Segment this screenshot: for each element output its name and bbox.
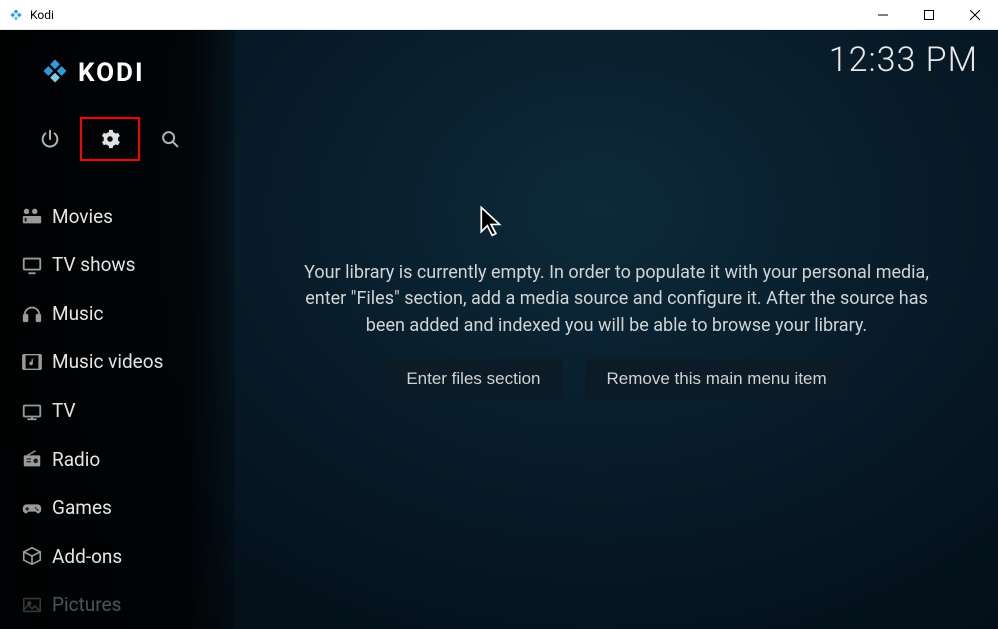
window-minimize-button[interactable] — [860, 0, 906, 30]
window-close-button[interactable] — [952, 0, 998, 30]
musicvideos-icon — [12, 351, 52, 373]
search-button[interactable] — [140, 117, 200, 161]
sidebar-item-pictures[interactable]: Pictures — [0, 581, 235, 629]
brand-logo: KODI — [0, 30, 235, 98]
power-button[interactable] — [20, 117, 80, 161]
tvshows-icon — [12, 254, 52, 276]
content-area: Your library is currently empty. In orde… — [235, 30, 998, 629]
radio-icon — [12, 448, 52, 470]
sidebar-item-addons[interactable]: Add-ons — [0, 532, 235, 581]
sidebar-item-tv[interactable]: TV — [0, 386, 235, 435]
sidebar-item-label: Pictures — [52, 593, 235, 616]
brand-text: KODI — [78, 58, 145, 88]
enter-files-button[interactable]: Enter files section — [384, 359, 562, 399]
sidebar: KODI Movies TV — [0, 30, 235, 629]
window-titlebar: Kodi — [0, 0, 998, 30]
sidebar-item-movies[interactable]: Movies — [0, 192, 235, 241]
clock: 12:33 PM — [829, 40, 978, 80]
movies-icon — [12, 205, 52, 227]
sidebar-item-label: Add-ons — [52, 545, 235, 568]
sidebar-item-radio[interactable]: Radio — [0, 435, 235, 484]
sidebar-item-music[interactable]: Music — [0, 289, 235, 338]
kodi-logo-icon — [8, 7, 24, 23]
music-icon — [12, 302, 52, 324]
tv-icon — [12, 400, 52, 422]
sidebar-item-label: TV — [52, 399, 235, 422]
sidebar-item-label: Games — [52, 496, 235, 519]
sidebar-item-label: Radio — [52, 448, 235, 471]
library-empty-message: Your library is currently empty. In orde… — [277, 260, 957, 338]
main-menu: Movies TV shows Music Music videos — [0, 168, 235, 629]
sidebar-item-label: Music videos — [52, 350, 235, 373]
sidebar-item-label: Music — [52, 302, 235, 325]
settings-button[interactable] — [80, 117, 140, 161]
sidebar-item-games[interactable]: Games — [0, 483, 235, 532]
addons-icon — [12, 545, 52, 567]
sidebar-item-musicvideos[interactable]: Music videos — [0, 338, 235, 387]
window-maximize-button[interactable] — [906, 0, 952, 30]
sidebar-item-label: Movies — [52, 205, 235, 228]
sidebar-item-label: TV shows — [52, 253, 235, 276]
remove-menu-item-button[interactable]: Remove this main menu item — [585, 359, 849, 399]
kodi-logo-icon — [40, 56, 70, 90]
pictures-icon — [12, 594, 52, 616]
sidebar-item-tvshows[interactable]: TV shows — [0, 241, 235, 290]
window-title: Kodi — [30, 8, 54, 22]
games-icon — [12, 497, 52, 519]
